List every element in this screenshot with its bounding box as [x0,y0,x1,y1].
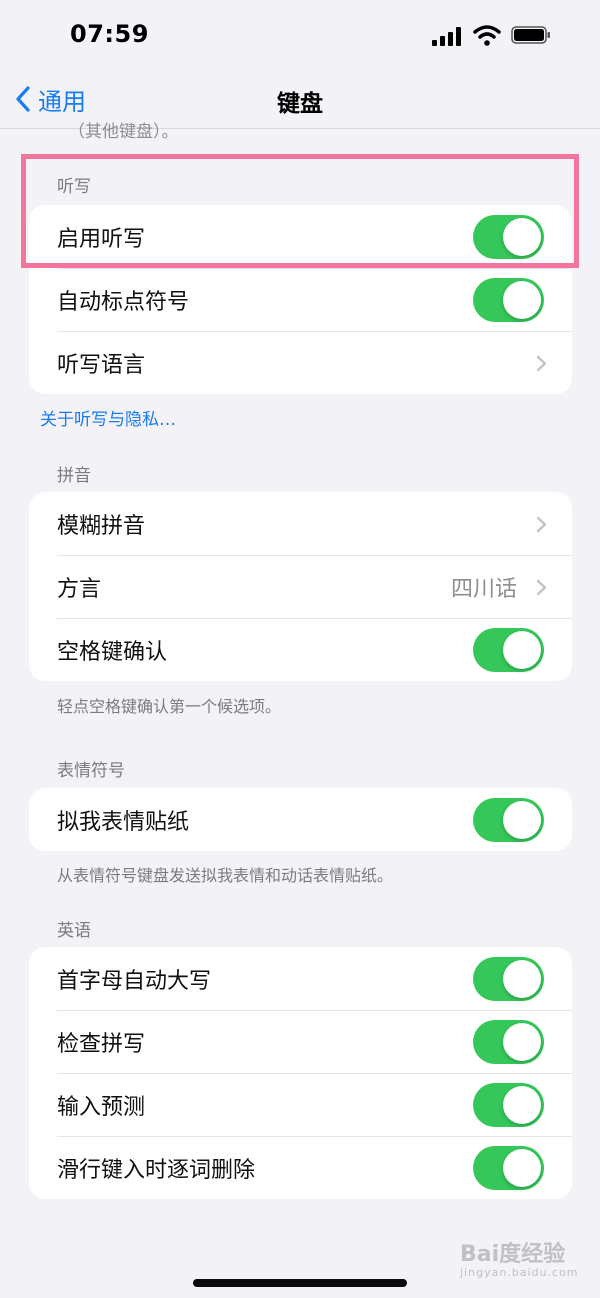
row-predictive[interactable]: 输入预测 [29,1073,572,1136]
english-group: 首字母自动大写 检查拼写 输入预测 滑行键入时逐词删除 [29,947,572,1199]
auto-punctuation-toggle[interactable] [473,278,544,322]
section-header-pinyin: 拼音 [57,466,91,486]
predictive-toggle[interactable] [473,1083,544,1127]
battery-icon [511,26,550,44]
row-label: 首字母自动大写 [57,968,212,994]
watermark: Bai度经验 jingyan.baidu.com [460,1236,579,1279]
row-label: 检查拼写 [57,1031,146,1057]
home-indicator [193,1279,407,1287]
page-title: 键盘 [277,91,323,117]
row-label: 空格键确认 [57,639,168,665]
dictation-privacy-link[interactable]: 关于听写与隐私… [40,405,176,430]
row-dialect[interactable]: 方言 四川话 [29,555,572,618]
emoji-footnote: 从表情符号键盘发送拟我表情和动话表情贴纸。 [57,866,394,885]
check-spelling-toggle[interactable] [473,1020,544,1064]
chevron-right-icon [536,355,547,372]
row-label: 方言 [57,576,102,602]
row-label: 听写语言 [57,352,146,378]
cellular-signal-icon [432,26,464,46]
memoji-stickers-toggle[interactable] [473,798,544,842]
emoji-group: 拟我表情贴纸 [29,788,572,851]
status-time: 07:59 [70,20,149,48]
dialect-value: 四川话 [450,576,517,602]
row-label: 模糊拼音 [57,513,146,539]
section-header-english: 英语 [57,921,91,941]
slide-delete-toggle[interactable] [473,1146,544,1190]
watermark-main: Bai度经验 [460,1242,566,1267]
section-header-emoji: 表情符号 [57,761,125,781]
row-slide-delete[interactable]: 滑行键入时逐词删除 [29,1136,572,1199]
chevron-right-icon [536,579,547,596]
row-label: 滑行键入时逐词删除 [57,1157,256,1183]
row-auto-capitalization[interactable]: 首字母自动大写 [29,947,572,1010]
row-label: 自动标点符号 [57,289,190,315]
space-confirm-toggle[interactable] [473,628,544,672]
chevron-right-icon [536,516,547,533]
status-bar: 07:59 [0,0,600,70]
row-fuzzy-pinyin[interactable]: 模糊拼音 [29,492,572,555]
row-check-spelling[interactable]: 检查拼写 [29,1010,572,1073]
row-label: 拟我表情贴纸 [57,809,190,835]
pinyin-group: 模糊拼音 方言 四川话 空格键确认 [29,492,572,681]
watermark-sub: jingyan.baidu.com [460,1266,579,1279]
row-dictation-language[interactable]: 听写语言 [29,331,572,394]
auto-capitalization-toggle[interactable] [473,957,544,1001]
highlight-box [21,154,579,268]
row-memoji-stickers[interactable]: 拟我表情贴纸 [29,788,572,851]
clipped-text: （其他键盘）。 [68,122,179,142]
row-space-confirm[interactable]: 空格键确认 [29,618,572,681]
wifi-icon [473,25,501,46]
row-label: 输入预测 [57,1094,146,1120]
row-auto-punctuation[interactable]: 自动标点符号 [29,268,572,331]
pinyin-footnote: 轻点空格键确认第一个候选项。 [57,697,282,716]
